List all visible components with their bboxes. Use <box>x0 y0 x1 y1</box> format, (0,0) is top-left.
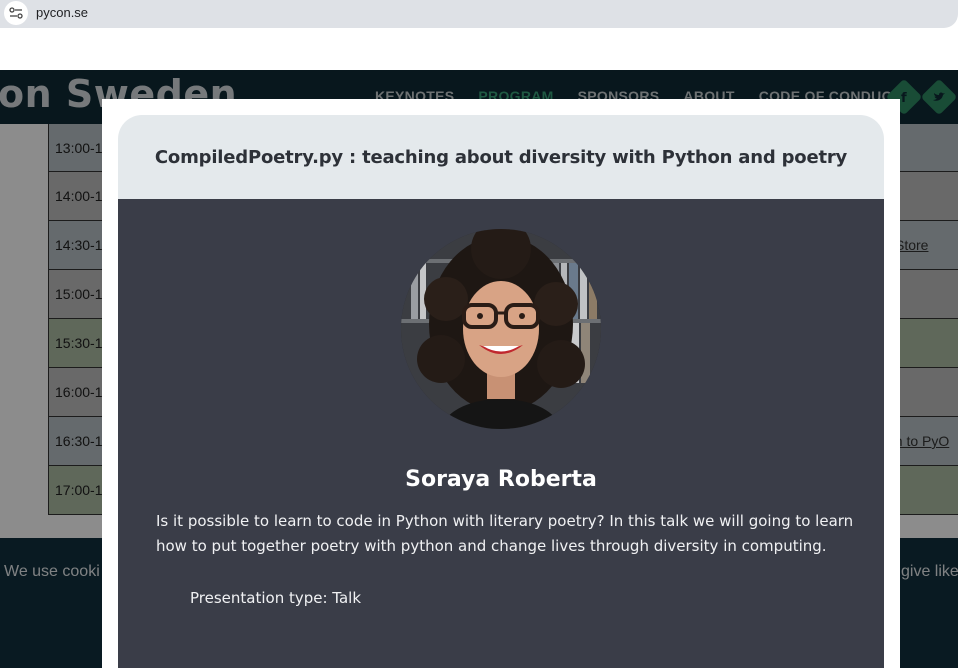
speaker-avatar <box>401 229 601 429</box>
browser-address-bar[interactable]: pycon.se <box>0 0 958 28</box>
presentation-type: Presentation type: Talk <box>190 589 362 607</box>
url-text[interactable]: pycon.se <box>36 5 88 20</box>
modal-body: Soraya Roberta Is it possible to learn t… <box>118 199 884 668</box>
speaker-name: Soraya Roberta <box>405 467 597 492</box>
session-title: CompiledPoetry.py : teaching about diver… <box>154 146 848 168</box>
site-info-icon[interactable] <box>4 1 28 25</box>
modal-header: CompiledPoetry.py : teaching about diver… <box>118 115 884 199</box>
session-abstract: Is it possible to learn to code in Pytho… <box>156 512 854 555</box>
